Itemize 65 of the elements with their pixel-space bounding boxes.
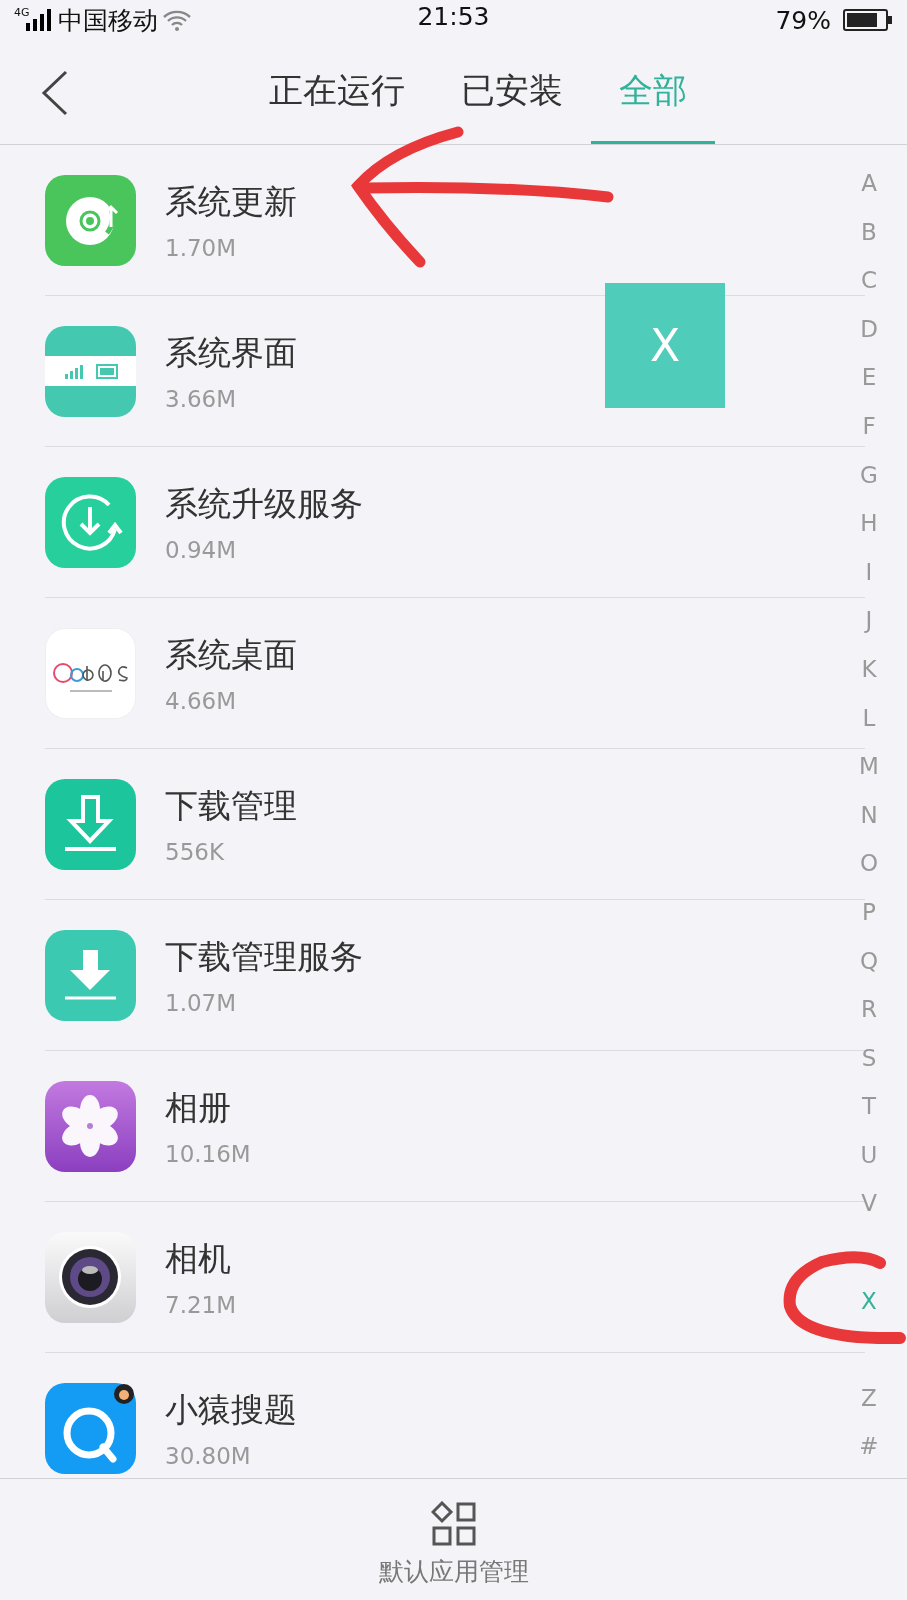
app-name: 系统桌面 bbox=[165, 633, 297, 676]
index-letter[interactable]: T bbox=[861, 1082, 877, 1131]
app-size: 7.21M bbox=[165, 1291, 237, 1318]
index-letter[interactable]: L bbox=[862, 693, 876, 743]
search-q-icon bbox=[45, 1382, 136, 1474]
carrier-name: 中国移动 bbox=[57, 4, 158, 37]
app-name: 相册 bbox=[165, 1086, 232, 1129]
index-letter[interactable]: D bbox=[860, 304, 878, 354]
index-letter[interactable]: Q bbox=[859, 936, 879, 986]
back-icon bbox=[40, 70, 70, 116]
index-letter[interactable]: H bbox=[860, 499, 878, 548]
index-letter[interactable]: G bbox=[860, 450, 878, 500]
app-name: 系统界面 bbox=[165, 331, 297, 374]
app-size: 0.94M bbox=[165, 536, 238, 563]
tab[interactable]: 正在运行 bbox=[240, 40, 433, 144]
index-letter[interactable]: O bbox=[859, 839, 879, 888]
index-letter[interactable]: J bbox=[865, 596, 873, 645]
wifi-icon bbox=[161, 8, 192, 32]
index-letter[interactable]: M bbox=[859, 742, 879, 791]
index-letter[interactable]: U bbox=[860, 1130, 878, 1180]
tab[interactable]: 全部 bbox=[590, 40, 715, 144]
status-bar-icon bbox=[45, 325, 136, 417]
index-letter[interactable]: F bbox=[862, 401, 876, 451]
index-letter[interactable]: P bbox=[862, 887, 876, 937]
app-size: 1.70M bbox=[165, 234, 238, 261]
index-letter[interactable]: B bbox=[861, 207, 877, 257]
index-letter[interactable]: R bbox=[861, 985, 877, 1034]
download-icon bbox=[45, 929, 136, 1021]
clock-time: 21:53 bbox=[417, 2, 490, 31]
app-name: 下载管理服务 bbox=[165, 935, 363, 978]
app-name: 小猿搜题 bbox=[165, 1388, 297, 1431]
app-size: 4.66M bbox=[165, 687, 238, 714]
app-size: 10.16M bbox=[165, 1140, 251, 1167]
flower-icon bbox=[45, 1080, 136, 1172]
app-size: 30.80M bbox=[165, 1442, 252, 1469]
app-name: 系统更新 bbox=[165, 180, 297, 223]
index-letter[interactable]: E bbox=[861, 353, 877, 402]
app-size: 1.07M bbox=[165, 989, 238, 1016]
app-size: 3.66M bbox=[165, 385, 238, 412]
default-apps-button[interactable]: 默认应用管理 bbox=[372, 1479, 535, 1600]
camera-lens-icon bbox=[45, 1231, 136, 1323]
index-letter[interactable]: S bbox=[861, 1033, 877, 1083]
disc-update-icon bbox=[45, 174, 136, 266]
battery-icon bbox=[843, 9, 893, 31]
letter-popup: X bbox=[605, 283, 725, 408]
index-letter[interactable]: K bbox=[861, 644, 877, 694]
download-icon bbox=[45, 778, 136, 870]
index-letter[interactable]: C bbox=[860, 256, 878, 305]
logo-icon bbox=[45, 627, 136, 719]
index-letter[interactable]: # bbox=[859, 1422, 879, 1472]
app-name: 系统升级服务 bbox=[165, 482, 363, 525]
apps-grid-icon bbox=[430, 1501, 477, 1547]
index-letter[interactable]: X bbox=[861, 1276, 877, 1326]
network-type: 4G bbox=[14, 5, 30, 19]
index-letter[interactable]: Z bbox=[861, 1373, 877, 1423]
app-name: 相机 bbox=[165, 1237, 232, 1280]
index-letter[interactable]: A bbox=[861, 159, 877, 208]
download-refresh-icon bbox=[45, 476, 136, 568]
index-letter[interactable]: N bbox=[860, 790, 878, 840]
tab[interactable]: 已安装 bbox=[432, 40, 591, 144]
app-size: 556K bbox=[165, 838, 225, 865]
index-letter[interactable]: V bbox=[861, 1179, 877, 1229]
battery-percent: 79% bbox=[775, 5, 831, 35]
index-letter[interactable]: I bbox=[865, 547, 873, 597]
app-name: 下载管理 bbox=[165, 784, 297, 827]
